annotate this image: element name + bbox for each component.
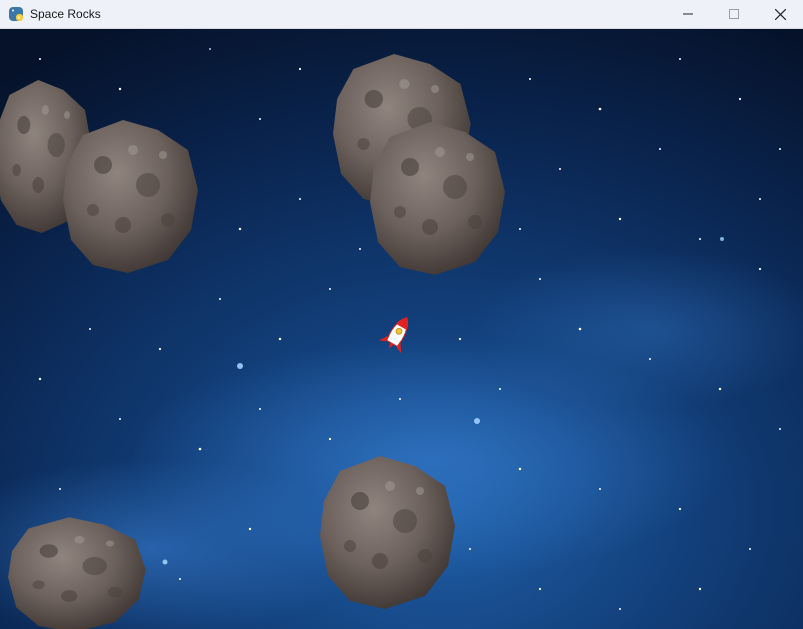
python-icon (9, 7, 23, 21)
title-bar[interactable]: Space Rocks (0, 0, 803, 29)
minimize-button[interactable] (665, 0, 711, 28)
maximize-icon (729, 9, 739, 19)
window-title: Space Rocks (30, 7, 101, 21)
game-canvas[interactable] (0, 29, 803, 629)
minimize-icon (683, 13, 693, 15)
maximize-button[interactable] (711, 0, 757, 28)
close-button[interactable] (757, 0, 803, 28)
close-icon (774, 8, 786, 20)
game-window: Space Rocks (0, 0, 803, 629)
window-controls (665, 0, 803, 28)
